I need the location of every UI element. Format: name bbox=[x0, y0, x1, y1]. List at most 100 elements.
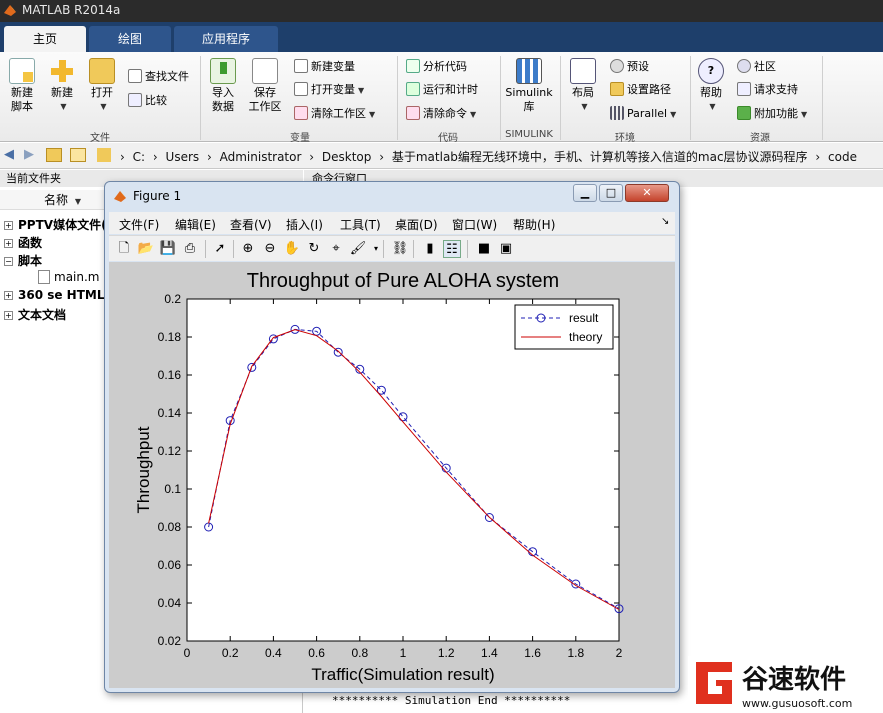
simulink-library-button[interactable]: Simulink 库 bbox=[504, 58, 554, 114]
minimize-button[interactable]: ▁ bbox=[573, 184, 597, 202]
run-and-time-button[interactable]: 运行和计时 bbox=[406, 81, 478, 99]
maximize-button[interactable]: □ bbox=[599, 184, 623, 202]
show-plot-tools-icon[interactable]: ▣ bbox=[497, 240, 515, 258]
set-path-button[interactable]: 设置路径 bbox=[610, 81, 671, 99]
breadcrumb-separator: › bbox=[379, 150, 385, 164]
file-item-main-m[interactable]: main.m bbox=[38, 270, 100, 284]
pointer-icon[interactable]: ➚ bbox=[211, 240, 229, 258]
menu-window[interactable]: 窗口(W) bbox=[452, 216, 497, 233]
expand-icon[interactable]: + bbox=[4, 311, 13, 320]
community-button[interactable]: 社区 bbox=[737, 58, 776, 76]
new-script-icon bbox=[9, 58, 35, 84]
tree-item-functions[interactable]: + 函数 bbox=[4, 234, 42, 251]
figure-titlebar[interactable]: Figure 1 ▁ □ ✕ bbox=[105, 182, 679, 210]
menu-tools[interactable]: 工具(T) bbox=[340, 216, 381, 233]
zoom-in-icon[interactable]: ⊕ bbox=[239, 240, 257, 258]
collapse-icon[interactable]: − bbox=[4, 257, 13, 266]
link-plot-icon[interactable]: ⛓ bbox=[391, 240, 409, 258]
y-tick-label: 0.14 bbox=[158, 406, 182, 420]
help-button[interactable]: ? 帮助 ▼ bbox=[694, 58, 728, 114]
new-figure-icon[interactable]: 🗋 bbox=[115, 240, 133, 258]
data-cursor-icon[interactable]: ⌖ bbox=[327, 240, 345, 258]
hide-plot-tools-icon[interactable]: ■ bbox=[475, 240, 493, 258]
breadcrumb-item[interactable]: code bbox=[828, 150, 857, 164]
clear-workspace-button[interactable]: 清除工作区 ▼ bbox=[294, 105, 375, 123]
open-variable-button[interactable]: 打开变量 ▼ bbox=[294, 81, 364, 99]
request-support-button[interactable]: 请求支持 bbox=[737, 81, 798, 99]
breadcrumb-item[interactable]: Administrator bbox=[220, 150, 302, 164]
set-path-icon bbox=[610, 82, 624, 96]
breadcrumb-item[interactable]: 基于matlab编程无线环境中，手机、计算机等接入信道的mac层协议源码程序 bbox=[392, 150, 808, 164]
menu-file[interactable]: 文件(F) bbox=[119, 216, 159, 233]
clear-commands-button[interactable]: 清除命令 ▼ bbox=[406, 105, 476, 123]
menu-insert[interactable]: 插入(I) bbox=[286, 216, 323, 233]
tree-item-text-docs[interactable]: + 文本文档 bbox=[4, 306, 66, 323]
menu-view[interactable]: 查看(V) bbox=[230, 216, 272, 233]
tab-home[interactable]: 主页 bbox=[4, 26, 86, 52]
tab-plots[interactable]: 绘图 bbox=[89, 26, 171, 52]
new-script-button[interactable]: 新建 脚本 bbox=[4, 58, 40, 114]
open-variable-label: 打开变量 bbox=[311, 83, 355, 96]
preferences-button[interactable]: 预设 bbox=[610, 58, 649, 76]
find-files-label: 查找文件 bbox=[145, 70, 189, 83]
tree-item-label: 360 se HTML I bbox=[18, 288, 114, 302]
address-bar: ◀ ▶ › C: › Users › Administrator › Deskt… bbox=[0, 143, 883, 169]
print-icon[interactable]: ⎙ bbox=[181, 240, 199, 258]
plus-icon bbox=[49, 58, 75, 84]
legend-icon[interactable]: ☷ bbox=[443, 240, 461, 258]
breadcrumb-item[interactable]: Users bbox=[166, 150, 200, 164]
forward-arrow-icon[interactable]: ▶ bbox=[24, 147, 34, 162]
command-output-line: ********** Simulation End ********** bbox=[332, 694, 571, 707]
back-arrow-icon[interactable]: ◀ bbox=[4, 147, 14, 162]
new-variable-button[interactable]: 新建变量 bbox=[294, 58, 355, 76]
close-button[interactable]: ✕ bbox=[625, 184, 669, 202]
chevron-down-icon: ▼ bbox=[581, 102, 588, 111]
tab-apps[interactable]: 应用程序 bbox=[174, 26, 278, 52]
add-ons-button[interactable]: 附加功能 ▼ bbox=[737, 105, 807, 123]
expand-icon[interactable]: + bbox=[4, 291, 13, 300]
analyze-code-button[interactable]: 分析代码 bbox=[406, 58, 467, 76]
tree-item-360se[interactable]: +360 se HTML I bbox=[4, 288, 113, 302]
y-tick-label: 0.06 bbox=[158, 558, 182, 572]
layout-button[interactable]: 布局 ▼ bbox=[565, 58, 601, 114]
zoom-out-icon[interactable]: ⊖ bbox=[261, 240, 279, 258]
parallel-button[interactable]: Parallel ▼ bbox=[610, 105, 676, 123]
brand-url: www.gusuosoft.com bbox=[742, 697, 852, 710]
tree-item-pptv[interactable]: + PPTV媒体文件( bbox=[4, 216, 107, 233]
menu-desktop[interactable]: 桌面(D) bbox=[395, 216, 438, 233]
save-workspace-button[interactable]: 保存 工作区 bbox=[245, 58, 285, 114]
open-file-icon[interactable]: 📂 bbox=[137, 240, 155, 258]
separator bbox=[822, 56, 823, 140]
brand-name: 谷速软件 bbox=[742, 665, 846, 695]
expand-icon[interactable]: + bbox=[4, 221, 13, 230]
clear-commands-label: 清除命令 bbox=[423, 107, 467, 120]
menu-help[interactable]: 帮助(H) bbox=[513, 216, 555, 233]
breadcrumb-separator: › bbox=[152, 150, 158, 164]
request-support-icon bbox=[737, 82, 751, 96]
browse-folder-icon[interactable] bbox=[70, 148, 86, 162]
y-tick-label: 0.18 bbox=[158, 330, 182, 344]
ribbon: 新建 脚本 新建 ▼ 打开 ▼ 查找文件 比较 文件 导入 数据 保存 工作区 … bbox=[0, 52, 883, 144]
pan-icon[interactable]: ✋ bbox=[283, 240, 301, 258]
rotate-icon[interactable]: ↻ bbox=[305, 240, 323, 258]
expand-icon[interactable]: + bbox=[4, 239, 13, 248]
tree-item-scripts[interactable]: − 脚本 bbox=[4, 252, 42, 269]
folder-icon bbox=[97, 148, 111, 162]
tree-item-label: 脚本 bbox=[18, 254, 43, 268]
import-icon bbox=[210, 58, 236, 84]
brush-icon[interactable]: 🖌 bbox=[349, 240, 367, 258]
import-data-button[interactable]: 导入 数据 bbox=[205, 58, 241, 114]
save-icon[interactable]: 💾 bbox=[159, 240, 177, 258]
breadcrumb-item[interactable]: Desktop bbox=[322, 150, 372, 164]
menu-edit[interactable]: 编辑(E) bbox=[175, 216, 216, 233]
compare-button[interactable]: 比较 bbox=[128, 92, 167, 110]
open-button[interactable]: 打开 ▼ bbox=[84, 58, 120, 114]
find-files-button[interactable]: 查找文件 bbox=[128, 68, 189, 86]
colorbar-icon[interactable]: ▮ bbox=[421, 240, 439, 258]
tree-item-label: 函数 bbox=[18, 236, 43, 250]
new-button[interactable]: 新建 ▼ bbox=[44, 58, 80, 114]
dock-arrow-icon[interactable]: ↘ bbox=[661, 216, 669, 227]
breadcrumb-item[interactable]: C: bbox=[133, 150, 145, 164]
legend-label-theory: theory bbox=[569, 330, 602, 344]
up-folder-icon[interactable] bbox=[46, 148, 62, 162]
